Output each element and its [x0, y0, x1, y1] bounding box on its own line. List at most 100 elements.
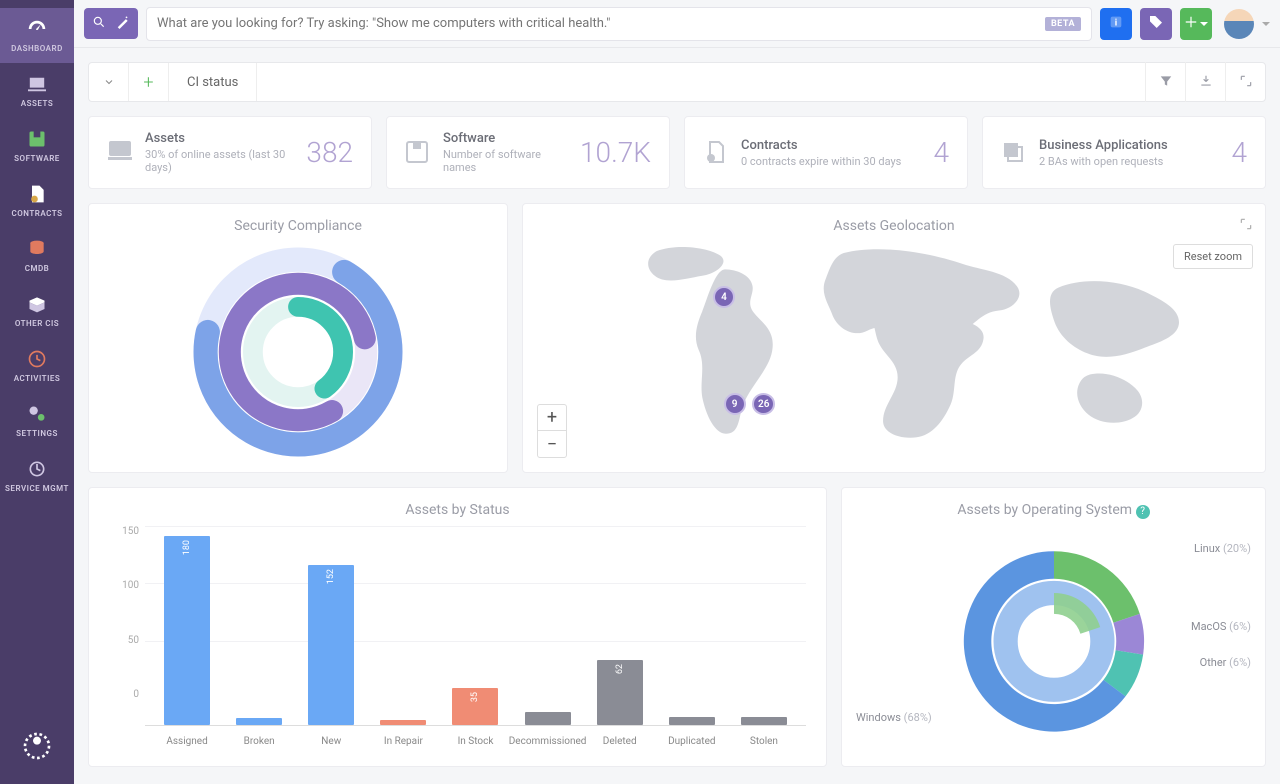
legend-other: Other (6%) — [1200, 656, 1251, 669]
stat-subtitle: 0 contracts expire within 30 days — [741, 155, 921, 168]
stat-card-software[interactable]: Software Number of software names 10.7K — [386, 116, 670, 189]
sidebar-item-other-cis[interactable]: OTHER CIS — [0, 283, 74, 338]
laptop-icon — [107, 140, 133, 166]
user-avatar[interactable] — [1224, 9, 1254, 39]
document-icon — [23, 183, 51, 205]
panel-assets-by-os: Assets by Operating System ? Linux — [841, 487, 1266, 767]
sidebar-label: SETTINGS — [16, 429, 58, 438]
stat-subtitle: 30% of online assets (last 30 days) — [145, 148, 294, 174]
stat-value: 10.7K — [580, 136, 651, 169]
map-zoom-controls: + − — [537, 404, 567, 458]
wand-icon — [116, 14, 130, 33]
bar-in-repair[interactable]: In Repair — [367, 536, 439, 725]
disk-icon — [405, 140, 431, 166]
bar-new[interactable]: 152New — [295, 536, 367, 725]
tabs-dropdown[interactable] — [89, 63, 129, 101]
document-icon — [703, 140, 729, 166]
add-button[interactable] — [1180, 8, 1212, 40]
main-area: BETA i + CI status Assets 30% of online a… — [74, 0, 1280, 784]
sidebar-item-assets[interactable]: ASSETS — [0, 63, 74, 118]
bar-in-stock[interactable]: 35In Stock — [439, 536, 511, 725]
tab-label: CI status — [187, 75, 238, 90]
expand-button[interactable] — [1225, 62, 1265, 102]
y-axis: 150 100 50 0 — [105, 526, 139, 700]
stat-value: 4 — [933, 136, 949, 169]
stat-subtitle: 2 BAs with open requests — [1039, 155, 1219, 168]
panel-assets-geolocation: Assets Geolocation Reset zoom — [522, 203, 1266, 473]
clock-icon — [23, 348, 51, 370]
bar-broken[interactable]: Broken — [223, 536, 295, 725]
info-button[interactable]: i — [1100, 8, 1132, 40]
download-icon — [1199, 73, 1213, 92]
bar-stolen[interactable]: Stolen — [728, 536, 800, 725]
bar-assigned[interactable]: 180Assigned — [151, 536, 223, 725]
panel-title: Assets by Operating System ? — [858, 502, 1249, 519]
legend-linux: Linux (20%) — [1194, 542, 1251, 555]
legend-macos: MacOS (6%) — [1191, 620, 1251, 633]
sidebar-item-contracts[interactable]: CONTRACTS — [0, 173, 74, 228]
sidebar-item-software[interactable]: SOFTWARE — [0, 118, 74, 173]
disk-icon — [23, 128, 51, 150]
sidebar-item-dashboard[interactable]: DASHBOARD — [0, 8, 74, 63]
sidebar-label: CONTRACTS — [12, 209, 63, 218]
panel-title: Security Compliance — [105, 218, 491, 234]
tag-button[interactable] — [1140, 8, 1172, 40]
info-icon: i — [1108, 14, 1124, 34]
copy-icon — [1001, 140, 1027, 166]
search-mode-buttons[interactable] — [84, 8, 138, 39]
cogs-icon — [23, 403, 51, 425]
tab-ci-status[interactable]: CI status — [169, 63, 257, 101]
status-bar-chart: 150 100 50 0 180AssignedBroken152NewIn R… — [105, 526, 810, 726]
sidebar-label: DASHBOARD — [11, 44, 63, 53]
box-icon — [23, 293, 51, 315]
map-marker[interactable]: 4 — [713, 286, 735, 308]
bar-duplicated[interactable]: Duplicated — [656, 536, 728, 725]
filter-button[interactable] — [1145, 62, 1185, 102]
stat-card-business-apps[interactable]: Business Applications2 BAs with open req… — [982, 116, 1266, 189]
expand-icon — [1239, 73, 1253, 92]
left-sidebar: DASHBOARD ASSETS SOFTWARE CONTRACTS CMDB… — [0, 0, 74, 784]
stat-title: Software — [443, 131, 568, 146]
tabs-bar: + CI status — [88, 62, 1266, 102]
sidebar-item-service-mgmt[interactable]: SERVICE MGMT — [0, 448, 74, 503]
sidebar-item-activities[interactable]: ACTIVITIES — [0, 338, 74, 393]
download-button[interactable] — [1185, 62, 1225, 102]
stat-subtitle: Number of software names — [443, 148, 568, 174]
topbar: BETA i — [74, 0, 1280, 48]
expand-button[interactable] — [1239, 216, 1253, 235]
stat-card-contracts[interactable]: Contracts0 contracts expire within 30 da… — [684, 116, 968, 189]
filter-icon — [1159, 73, 1173, 92]
search-icon — [92, 14, 106, 33]
dashboard-content: Assets 30% of online assets (last 30 days… — [74, 102, 1280, 784]
panel-security-compliance: Security Compliance — [88, 203, 508, 473]
svg-text:i: i — [1115, 17, 1117, 28]
world-map[interactable]: 4 9 26 — [539, 242, 1249, 452]
global-search-box[interactable]: BETA — [146, 7, 1092, 41]
caret-down-icon — [1200, 22, 1208, 26]
panel-title: Assets by Status — [105, 502, 810, 518]
user-menu-caret-icon[interactable] — [1262, 22, 1270, 26]
map-marker[interactable]: 9 — [724, 393, 746, 415]
panel-title: Assets Geolocation — [539, 218, 1249, 234]
stat-card-assets[interactable]: Assets 30% of online assets (last 30 days… — [88, 116, 372, 189]
stat-title: Assets — [145, 131, 294, 146]
legend-windows: Windows (68%) — [856, 711, 932, 724]
sidebar-item-settings[interactable]: SETTINGS — [0, 393, 74, 448]
sidebar-item-cmdb[interactable]: CMDB — [0, 228, 74, 283]
zoom-in-button[interactable]: + — [538, 405, 566, 431]
global-search-input[interactable] — [157, 16, 1045, 31]
sidebar-label: OTHER CIS — [15, 319, 59, 328]
add-tab-button[interactable]: + — [129, 63, 169, 101]
panel-assets-by-status: Assets by Status 150 100 50 0 180Assigne… — [88, 487, 827, 767]
bar-decommissioned[interactable]: Decommissioned — [512, 536, 584, 725]
plus-icon — [1184, 14, 1198, 33]
database-icon — [23, 238, 51, 260]
stat-value: 4 — [1231, 136, 1247, 169]
bars-area: 180AssignedBroken152NewIn Repair35In Sto… — [145, 536, 806, 726]
zoom-out-button[interactable]: − — [538, 431, 566, 457]
sidebar-label: ACTIVITIES — [14, 374, 61, 383]
beta-badge: BETA — [1045, 17, 1081, 31]
bar-deleted[interactable]: 62Deleted — [584, 536, 656, 725]
help-icon[interactable]: ? — [1136, 505, 1150, 519]
app-logo-icon — [21, 730, 53, 766]
